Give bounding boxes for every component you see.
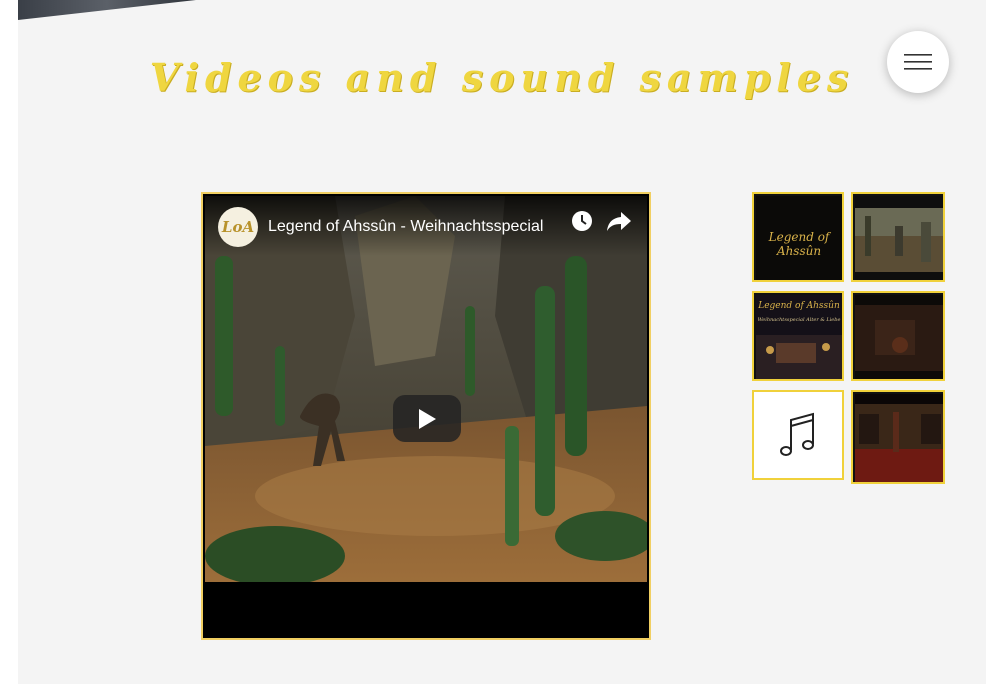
clock-icon[interactable] xyxy=(569,208,595,234)
music-note-icon xyxy=(780,412,814,456)
share-icon[interactable] xyxy=(605,208,633,234)
video-letterbox xyxy=(205,582,647,636)
hamburger-menu-icon xyxy=(904,54,932,70)
video-player[interactable]: LoA Legend of Ahssûn - Weihnachtsspecial xyxy=(201,192,651,640)
thumb-image xyxy=(855,305,943,371)
play-icon xyxy=(419,408,436,429)
video-title-link[interactable]: Legend of Ahssûn - Weihnachtsspecial xyxy=(268,218,568,236)
gallery-thumb-1[interactable]: Legend of Ahssûn xyxy=(752,192,844,282)
thumb-image xyxy=(855,208,943,272)
thumb-caption: Legend of Ahssûn xyxy=(758,301,840,311)
gallery-thumb-2[interactable] xyxy=(851,192,945,282)
thumb-image xyxy=(855,404,943,482)
channel-logo[interactable]: LoA xyxy=(218,207,258,247)
gallery-thumb-4[interactable] xyxy=(851,291,945,381)
thumb-subcaption: Weihnachtsspecial Alter & Liebe xyxy=(757,317,841,323)
gallery-thumb-6[interactable] xyxy=(851,390,945,484)
page-title: Videos and sound samples xyxy=(149,55,855,100)
thumb-caption: Legend of Ahssûn xyxy=(768,230,830,258)
corner-decoration-image xyxy=(18,0,196,20)
gallery-audio-sample[interactable] xyxy=(752,390,844,480)
menu-button[interactable] xyxy=(887,31,949,93)
gallery-thumb-3[interactable]: Legend of Ahssûn Weihnachtsspecial Alter… xyxy=(752,291,844,381)
play-button[interactable] xyxy=(393,395,461,442)
